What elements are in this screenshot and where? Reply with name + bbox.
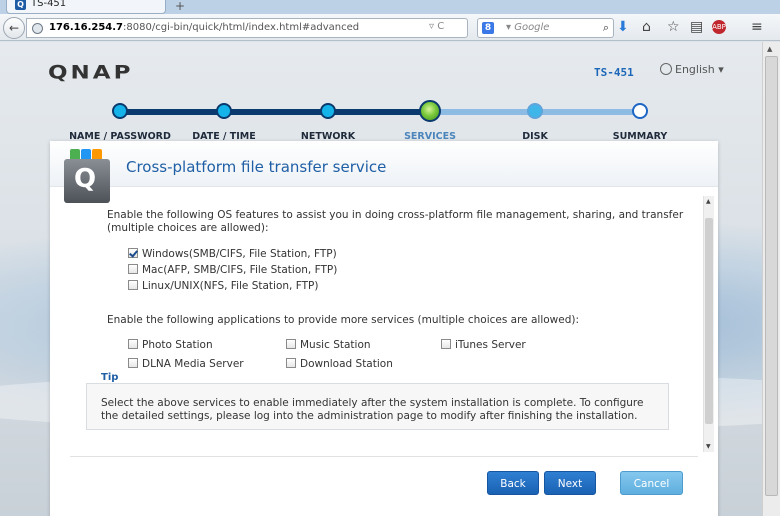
option-dlna[interactable]: DLNA Media Server <box>128 358 244 370</box>
windows-checkbox[interactable] <box>128 248 138 258</box>
option-mac[interactable]: Mac(AFP, SMB/CIFS, File Station, FTP) <box>128 264 337 276</box>
url-host: 176.16.254.7 <box>49 22 124 33</box>
search-placeholder: ▾ Google <box>506 22 550 33</box>
browser-tab[interactable]: Q TS-451 <box>6 0 166 14</box>
linux-label: Linux/UNIX(NFS, File Station, FTP) <box>142 280 319 292</box>
music-station-label: Music Station <box>300 339 371 351</box>
search-bar[interactable]: 8 ▾ Google ⌕ <box>477 18 614 38</box>
url-text[interactable]: 176.16.254.7:8080/cgi-bin/quick/html/ind… <box>49 22 359 33</box>
tip-text: Select the above services to enable imme… <box>101 397 644 422</box>
page-scroll-thumb[interactable] <box>765 56 778 496</box>
cancel-button[interactable]: Cancel <box>620 471 683 495</box>
language-label: English ▾ <box>675 63 724 76</box>
next-step-button[interactable]: Next <box>544 471 596 495</box>
language-selector[interactable]: English ▾ <box>660 63 724 76</box>
bookmarks-menu-icon[interactable]: ▤ <box>690 18 703 36</box>
progress-track-done <box>120 109 430 115</box>
adblock-icon[interactable]: ABP <box>712 20 726 34</box>
google-engine-icon[interactable]: 8 <box>482 22 494 34</box>
q-letter: Q <box>74 164 97 194</box>
panel-title: Cross-platform file transfer service <box>126 158 387 176</box>
photo-station-checkbox[interactable] <box>128 339 138 349</box>
globe-icon <box>660 63 672 75</box>
option-photo-station[interactable]: Photo Station <box>128 339 213 351</box>
os-features-intro: Enable the following OS features to assi… <box>107 209 684 234</box>
option-music-station[interactable]: Music Station <box>286 339 371 351</box>
mac-checkbox[interactable] <box>128 264 138 274</box>
mac-label: Mac(AFP, SMB/CIFS, File Station, FTP) <box>142 264 338 276</box>
tab-title: TS-451 <box>31 0 67 9</box>
option-download-station[interactable]: Download Station <box>286 358 393 370</box>
windows-label: Windows(SMB/CIFS, File Station, FTP) <box>142 248 337 260</box>
download-icon[interactable]: ⬇ <box>617 18 629 36</box>
scroll-up-icon[interactable]: ▲ <box>706 198 711 205</box>
dlna-checkbox[interactable] <box>128 358 138 368</box>
option-linux[interactable]: Linux/UNIX(NFS, File Station, FTP) <box>128 280 318 292</box>
button-divider <box>70 456 698 457</box>
qnap-favicon-icon: Q <box>15 0 26 10</box>
download-station-label: Download Station <box>300 358 393 370</box>
step-node-date-time <box>216 103 232 119</box>
photo-station-label: Photo Station <box>142 339 213 351</box>
dlna-label: DLNA Media Server <box>142 358 244 370</box>
model-name: TS-451 <box>594 66 634 79</box>
tip-box: Select the above services to enable imme… <box>86 383 669 430</box>
reload-icon[interactable]: ▿ C <box>429 21 444 32</box>
apps-intro: Enable the following applications to pro… <box>107 314 580 326</box>
step-node-summary <box>632 103 648 119</box>
panel-header: Q Cross-platform file transfer service <box>50 141 718 203</box>
itunes-server-checkbox[interactable] <box>441 339 451 349</box>
step-node-services <box>419 100 441 122</box>
download-station-checkbox[interactable] <box>286 358 296 368</box>
page-scrollbar[interactable]: ▲ <box>762 42 780 516</box>
option-windows[interactable]: Windows(SMB/CIFS, File Station, FTP) <box>128 248 337 260</box>
linux-checkbox[interactable] <box>128 280 138 290</box>
qnap-setup-page: QNAP TS-451 English ▾ NAME / PASSWORD DA… <box>0 42 762 516</box>
url-path: :8080/cgi-bin/quick/html/index.html#adva… <box>123 22 360 33</box>
bookmark-star-icon[interactable]: ☆ <box>667 18 680 36</box>
option-itunes-server[interactable]: iTunes Server <box>441 339 526 351</box>
site-identity-icon[interactable] <box>32 23 43 34</box>
navigation-bar: ← 176.16.254.7:8080/cgi-bin/quick/html/i… <box>0 14 780 41</box>
menu-icon[interactable]: ≡ <box>751 18 763 36</box>
step-node-disk <box>527 103 543 119</box>
music-station-checkbox[interactable] <box>286 339 296 349</box>
new-tab-icon[interactable]: + <box>175 0 185 12</box>
tip-label: Tip <box>101 372 119 383</box>
scroll-down-icon[interactable]: ▼ <box>706 443 711 450</box>
services-panel: Q Cross-platform file transfer service E… <box>50 141 718 516</box>
page-scroll-up-icon[interactable]: ▲ <box>767 45 772 53</box>
home-icon[interactable]: ⌂ <box>642 18 651 36</box>
step-node-name-password <box>112 103 128 119</box>
content-scrollbar[interactable]: ▲ ▼ <box>703 196 714 452</box>
setup-progress: NAME / PASSWORD DATE / TIME NETWORK SERV… <box>0 100 762 142</box>
step-node-network <box>320 103 336 119</box>
itunes-server-label: iTunes Server <box>455 339 526 351</box>
back-step-button[interactable]: Back <box>487 471 539 495</box>
url-bar[interactable]: 176.16.254.7:8080/cgi-bin/quick/html/ind… <box>26 18 468 38</box>
qnap-logo: QNAP <box>48 62 134 84</box>
search-icon[interactable]: ⌕ <box>603 21 609 35</box>
back-button[interactable]: ← <box>3 17 25 39</box>
content-scroll-thumb[interactable] <box>705 218 713 424</box>
tab-strip: Q TS-451 + <box>0 0 780 14</box>
panel-content[interactable]: Enable the following OS features to assi… <box>50 196 718 496</box>
